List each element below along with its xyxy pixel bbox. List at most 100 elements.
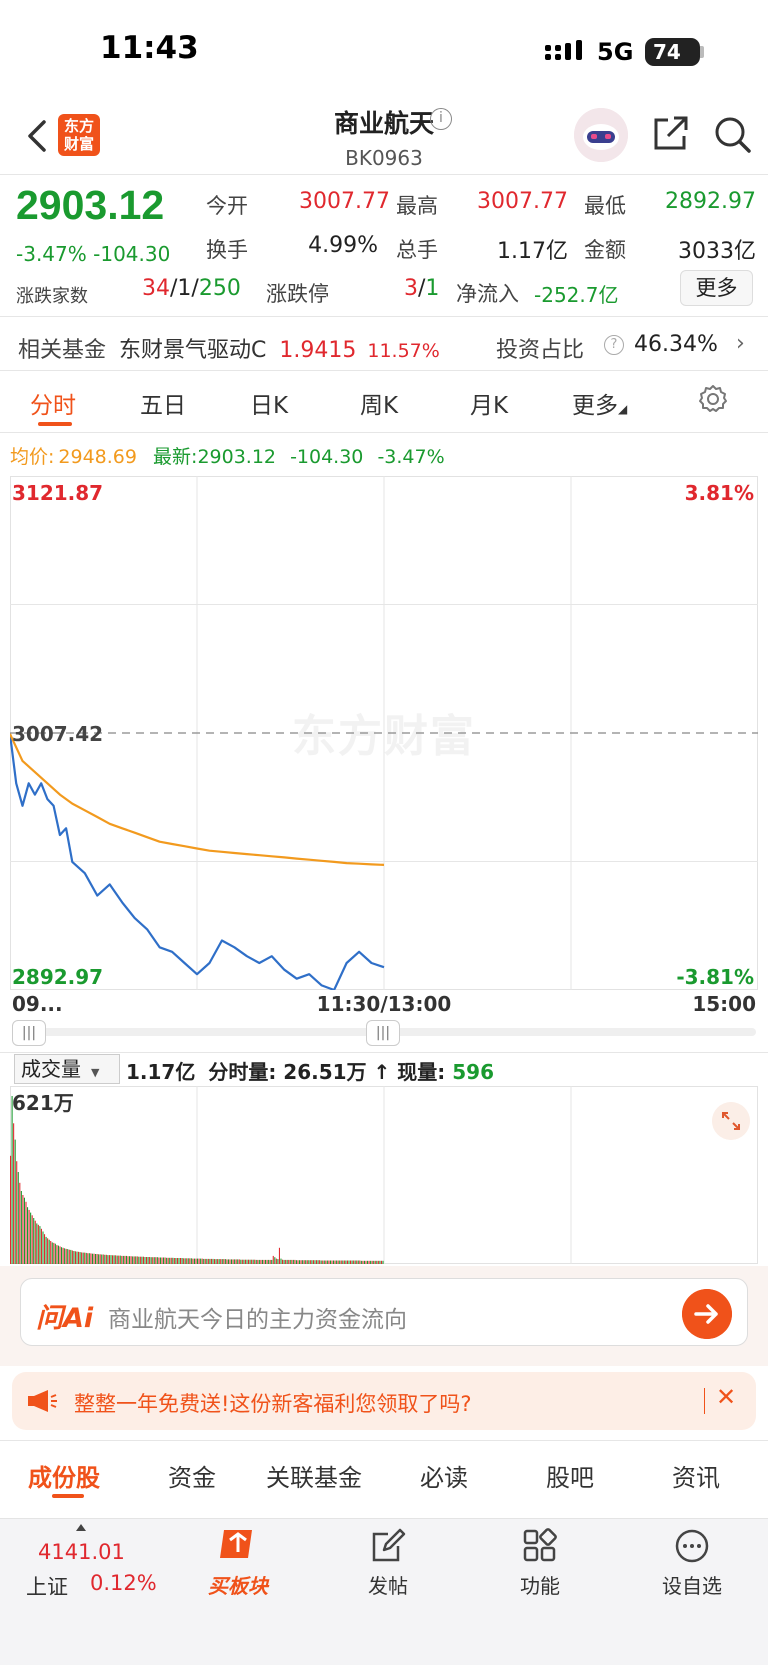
tab-must-read[interactable]: 必读 [420, 1458, 468, 1493]
tab-intraday[interactable]: 分时 [30, 386, 76, 420]
volume-bar [235, 1259, 237, 1264]
watchlist-label[interactable]: 设自选 [647, 1570, 737, 1599]
ai-robot-avatar[interactable] [574, 108, 628, 162]
tab-daily-k[interactable]: 日K [250, 386, 288, 420]
index-name[interactable]: 上证 [26, 1571, 68, 1601]
volume-bar [87, 1253, 89, 1264]
volume-bar [57, 1245, 59, 1264]
tab-weekly-k[interactable]: 周K [360, 386, 398, 420]
price-grid [10, 476, 758, 990]
volume-bar [326, 1260, 328, 1264]
volume-bar [367, 1260, 369, 1264]
volume-bar [144, 1257, 146, 1264]
share-icon[interactable] [650, 114, 690, 154]
volume-bar [175, 1258, 177, 1264]
latest-change: -104.30 [290, 446, 364, 468]
tab-more[interactable]: 更多◢ [572, 386, 627, 420]
volume-bar [214, 1259, 216, 1264]
more-quote-button[interactable]: 更多 [680, 270, 753, 306]
volume-bar [91, 1253, 93, 1264]
volume-bar [343, 1260, 345, 1264]
volume-bar [173, 1258, 175, 1264]
arrow-right-icon[interactable] [682, 1289, 732, 1339]
volume-bar [329, 1260, 331, 1264]
post-icon[interactable] [370, 1528, 406, 1564]
volume-bar [328, 1260, 330, 1264]
tab-constituents[interactable]: 成份股 [28, 1458, 100, 1493]
volume-bar [11, 1096, 13, 1264]
functions-icon[interactable] [522, 1528, 558, 1564]
ai-question-text[interactable]: 商业航天今日的主力资金流向 [108, 1300, 407, 1334]
indicator-select-label: 成交量 [21, 1057, 81, 1081]
volume-bar [269, 1259, 271, 1264]
volume-bar [129, 1256, 131, 1264]
volume-bar [266, 1259, 268, 1264]
volume-bar [319, 1260, 321, 1264]
tab-monthly-k[interactable]: 月K [470, 386, 508, 420]
volume-bar [350, 1260, 352, 1264]
related-fund-row[interactable]: 相关基金 东财景气驱动C 1.9415 11.57% 投资占比 ? 46.34%… [18, 331, 758, 364]
volume-bar [251, 1259, 253, 1264]
indicator-select[interactable]: 成交量 ▼ [14, 1054, 120, 1084]
volume-bar [365, 1260, 367, 1264]
volume-bar [278, 1247, 280, 1264]
help-icon[interactable]: ? [604, 335, 624, 355]
volume-bar [263, 1259, 265, 1264]
volume-bar [360, 1260, 362, 1264]
volume-bar [376, 1260, 378, 1264]
volume-bar [167, 1257, 169, 1264]
volume-bar [240, 1259, 242, 1264]
x-tick-label: 11:30/13:00 [316, 992, 452, 1016]
volume-chart[interactable]: 621万 [10, 1086, 758, 1264]
volume-bar [282, 1259, 284, 1264]
volume-bar [252, 1259, 254, 1264]
index-value[interactable]: 4141.01 [38, 1540, 125, 1564]
slider-handle-right[interactable]: ||| [366, 1020, 400, 1046]
limit-down: 1 [425, 276, 440, 301]
volume-bar [192, 1258, 194, 1264]
volume-bar [286, 1259, 288, 1264]
promo-text[interactable]: 整整一年免费送!这份新客福利您领取了吗? [74, 1388, 472, 1418]
search-icon[interactable] [712, 114, 752, 154]
volume-bar [314, 1260, 316, 1264]
tab-news[interactable]: 资讯 [672, 1458, 720, 1493]
slider-divider [0, 1052, 768, 1053]
volume-bar [40, 1228, 42, 1264]
tab-forum[interactable]: 股吧 [546, 1458, 594, 1493]
minute-volume-label: 分时量: [208, 1060, 277, 1084]
close-icon[interactable]: ✕ [716, 1383, 736, 1411]
tab-capital[interactable]: 资金 [168, 1458, 216, 1493]
fund-label: 相关基金 [18, 338, 107, 363]
functions-label[interactable]: 功能 [495, 1570, 585, 1599]
slider-handle-left[interactable]: ||| [12, 1020, 46, 1046]
low-label: 最低 [584, 194, 626, 218]
volume-bar [370, 1260, 372, 1264]
volume-bar [25, 1201, 27, 1264]
volume-bar [232, 1259, 234, 1264]
volume-bar [339, 1260, 341, 1264]
watchlist-icon[interactable] [674, 1528, 710, 1564]
volume-bar [127, 1256, 129, 1264]
info-icon[interactable]: i [430, 108, 452, 130]
volume-bar [164, 1257, 166, 1264]
volume-bar [193, 1258, 195, 1264]
x-tick-label: 09... [12, 992, 63, 1016]
settings-gear-icon[interactable] [698, 384, 728, 414]
volume-bar [14, 1139, 16, 1264]
turnover-value: 4.99% [308, 233, 378, 258]
index-change[interactable]: 0.12% [90, 1571, 157, 1595]
buy-sector-icon[interactable] [216, 1524, 260, 1564]
volume-bar [96, 1254, 98, 1264]
intraday-price-chart[interactable]: 3121.87 3007.42 2892.97 3.81% -3.81% [10, 476, 758, 990]
volume-bar [169, 1257, 171, 1264]
volume-bar [124, 1255, 126, 1264]
tab-related-funds[interactable]: 关联基金 [266, 1458, 362, 1493]
volume-bar [13, 1123, 15, 1264]
volume-bar [42, 1231, 44, 1264]
tab-five-day[interactable]: 五日 [140, 386, 186, 420]
volume-bar [74, 1251, 76, 1264]
volume-bar [85, 1252, 87, 1264]
post-label[interactable]: 发帖 [343, 1570, 433, 1599]
buy-sector-label[interactable]: 买板块 [193, 1570, 283, 1599]
expand-icon[interactable] [712, 1102, 750, 1140]
